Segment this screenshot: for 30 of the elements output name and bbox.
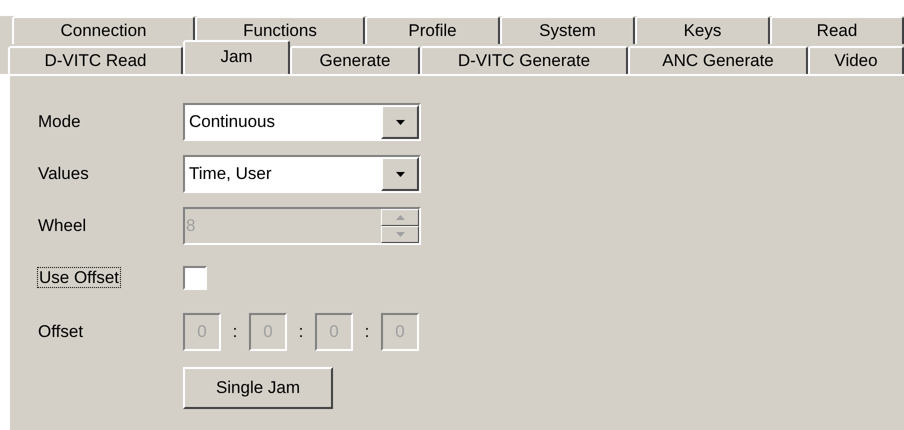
field-label: Use Offset: [38, 267, 121, 290]
tab[interactable]: Functions: [195, 16, 365, 44]
tab[interactable]: Read: [770, 16, 904, 44]
tab[interactable]: D-VITC Generate: [420, 46, 628, 74]
tab[interactable]: Profile: [365, 16, 500, 44]
down-arrow-icon: [396, 232, 404, 237]
tab[interactable]: D-VITC Read: [8, 46, 183, 74]
field-label: Mode: [38, 111, 82, 134]
down-arrow-icon: [396, 120, 404, 124]
up-arrow-icon: [396, 215, 404, 220]
single-jam-button[interactable]: Single Jam: [183, 367, 333, 409]
tab[interactable]: Video: [808, 46, 904, 74]
field-label: Offset: [38, 321, 84, 344]
field-label: Wheel: [38, 215, 88, 238]
tab[interactable]: Keys: [635, 16, 770, 44]
tab[interactable]: System: [500, 16, 635, 44]
down-arrow-icon: [396, 172, 404, 176]
tab[interactable]: ANC Generate: [628, 46, 808, 74]
tab[interactable]: Connection: [12, 16, 195, 44]
field-label: Values: [38, 163, 90, 186]
dropdown[interactable]: Time, User: [183, 155, 421, 193]
separator: :: [298, 321, 304, 344]
tab[interactable]: Jam: [183, 40, 290, 74]
dropdown-button[interactable]: [381, 157, 419, 191]
checkbox[interactable]: [183, 266, 207, 290]
tab[interactable]: Generate: [290, 46, 420, 74]
dropdown-button[interactable]: [381, 105, 419, 139]
separator: :: [232, 321, 238, 344]
separator: :: [364, 321, 370, 344]
dropdown[interactable]: Continuous: [183, 103, 421, 141]
